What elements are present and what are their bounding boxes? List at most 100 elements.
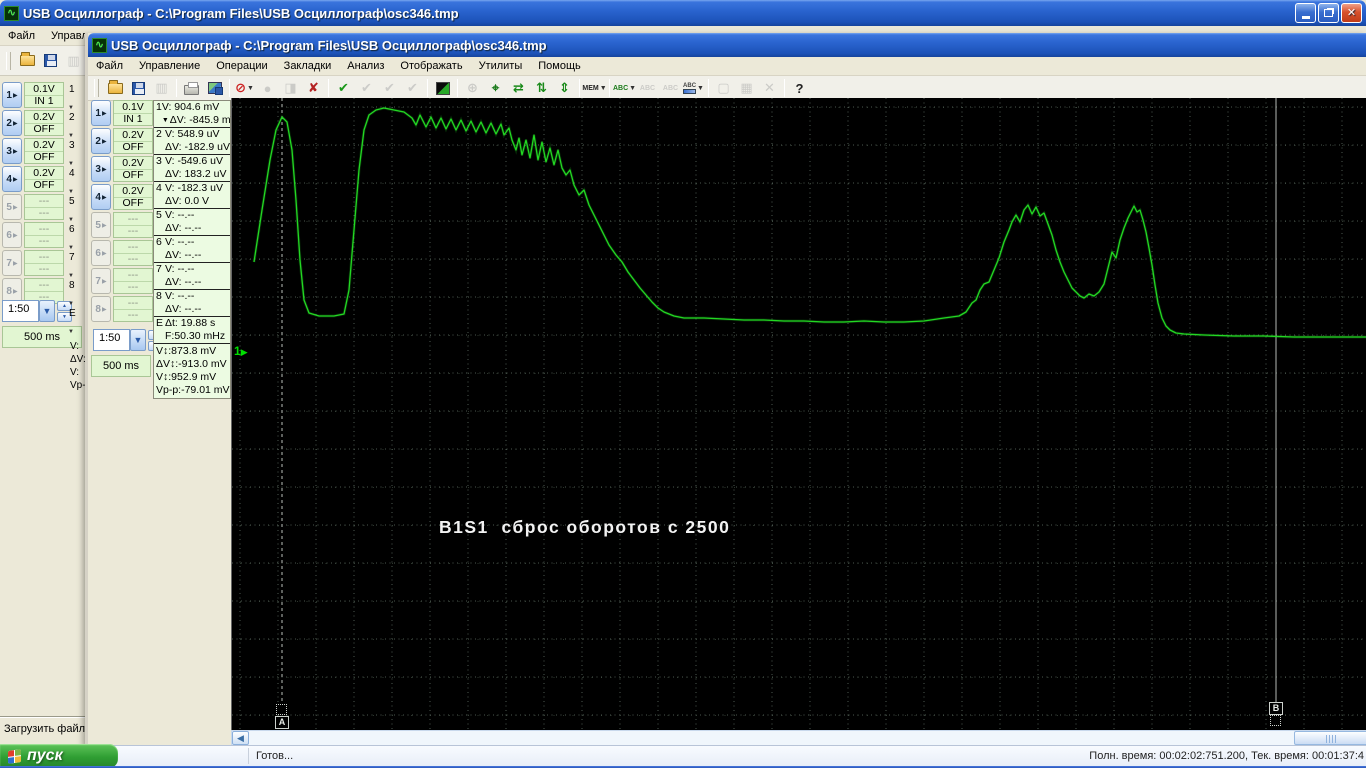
status-time-text: Полн. время: 00:02:02:751.200, Тек. врем… — [1089, 750, 1364, 762]
strip-row-1: 1 ▼ — [68, 84, 75, 111]
outer-channel-3-button[interactable]: 3 ▶ — [2, 138, 22, 164]
fit-vertical-icon[interactable]: ⇅ — [530, 77, 553, 99]
measurement-row-number: 6 — [156, 236, 162, 248]
outer-channel-2-button[interactable]: 2 ▶ — [2, 110, 22, 136]
menu-item-файл[interactable]: Файл — [0, 27, 43, 45]
outer-channel-row-4: 4 ▶ 0.2V OFF — [2, 166, 64, 192]
outer-channel-2-settings: 0.2V OFF — [24, 110, 64, 136]
outer-channel-1-settings: 0.1V IN 1 — [24, 82, 64, 108]
status-ready-text: Готов... — [256, 750, 294, 762]
menu-item-отображать[interactable]: Отображать — [392, 57, 470, 75]
outer-channel-7-button[interactable]: 7 ▶ — [2, 250, 22, 276]
cursor-a-label[interactable]: A — [275, 716, 289, 729]
open-file-icon[interactable] — [104, 77, 127, 99]
acquire-icon: ▥ — [155, 80, 168, 95]
stop-icon[interactable]: ⊘ ▼ — [233, 77, 256, 99]
label-edit-icon[interactable]: ABC ▼ — [613, 77, 636, 99]
outer-channel-5-button[interactable]: 5 ▶ — [2, 194, 22, 220]
apply-check-icon[interactable]: ✔ — [332, 77, 355, 99]
export-image-icon[interactable] — [203, 77, 226, 99]
save-icon[interactable] — [127, 77, 150, 99]
menu-item-файл[interactable]: Файл — [88, 57, 131, 75]
outer-toolbar: ▥ — [0, 46, 88, 76]
inner-channel-2-button[interactable]: 2 ▶ — [91, 128, 111, 154]
toolbar-separator — [328, 79, 329, 97]
fit-horizontal-icon[interactable]: ⇄ — [507, 77, 530, 99]
inner-channel-8-button[interactable]: 8 ▶ — [91, 296, 111, 322]
outer-titlebar[interactable]: ∿ USB Осциллограф - C:\Program Files\USB… — [0, 0, 1366, 26]
measurement-row-number: 5 — [156, 209, 162, 221]
measurement-row-number: E — [156, 317, 164, 329]
save-icon[interactable] — [39, 50, 62, 72]
restore-button[interactable] — [1318, 3, 1339, 23]
toolbar-separator — [229, 79, 230, 97]
measurement-row-6: 6 V: --.-- ΔV: --.-- — [154, 236, 230, 263]
menu-item-помощь[interactable]: Помощь — [530, 57, 589, 75]
app-icon: ∿ — [4, 5, 19, 21]
channel1-marker[interactable]: 1▶ — [234, 344, 248, 358]
inner-channel-5-button[interactable]: 5 ▶ — [91, 212, 111, 238]
help-icon[interactable]: ? — [788, 77, 811, 99]
scroll-left-icon[interactable]: ◀ — [232, 731, 249, 745]
measurement-row-4: 4 V: -182.3 uV ΔV: 0.0 V — [154, 182, 230, 209]
scrollbar-thumb[interactable] — [1294, 731, 1366, 745]
print-icon[interactable] — [180, 77, 203, 99]
strip-label: V: — [70, 367, 80, 378]
menu-item-утилиты[interactable]: Утилиты — [471, 57, 531, 75]
measurement-row-number: 7 — [156, 263, 162, 275]
inner-channel-7-button[interactable]: 7 ▶ — [91, 268, 111, 294]
outer-channel-6-button[interactable]: 6 ▶ — [2, 222, 22, 248]
outer-probe-ratio-combo[interactable]: 1:50 — [2, 300, 39, 322]
scope-display[interactable]: 1▶ B1S1 сброс оборотов с 2500 A B — [231, 98, 1366, 730]
close-button[interactable]: ✕ — [1341, 3, 1362, 23]
outer-strip-labels: V: ΔV: V: Vp- — [68, 340, 85, 392]
minimize-button[interactable] — [1295, 3, 1316, 23]
strip-label: Vp- — [70, 380, 85, 391]
inner-channel-7-settings: --- --- — [113, 268, 153, 294]
measurement-row-1: 1 V: 904.6 mV ▼ΔV: -845.9 mV — [154, 101, 238, 128]
search-icon[interactable]: ⌖ — [484, 77, 507, 99]
inner-channel-row-8: 8 ▶ --- --- — [91, 296, 153, 322]
toolbar-separator — [708, 79, 709, 97]
check-prev-icon: ✔ — [361, 80, 372, 95]
strip-row-4: 4 ▼ — [68, 168, 75, 195]
inner-combo-dropdown-icon[interactable]: ▼ — [130, 329, 146, 351]
display-mode-icon[interactable] — [431, 77, 454, 99]
menu-item-закладки[interactable]: Закладки — [276, 57, 340, 75]
fit-auto-icon[interactable]: ⇕ — [553, 77, 576, 99]
outer-combo-dropdown-icon[interactable]: ▼ — [39, 300, 55, 322]
open-file-icon[interactable] — [16, 50, 39, 72]
outer-channel-1-button[interactable]: 1 ▶ — [2, 82, 22, 108]
horizontal-scrollbar[interactable]: ◀ — [231, 730, 1366, 746]
inner-titlebar[interactable]: ∿ USB Осциллограф - C:\Program Files\USB… — [88, 33, 1366, 57]
cursor-b-handle[interactable] — [1270, 715, 1281, 726]
menu-item-анализ[interactable]: Анализ — [339, 57, 392, 75]
inner-channel-1-button[interactable]: 1 ▶ — [91, 100, 111, 126]
cursor-a-handle[interactable] — [276, 704, 287, 715]
outer-channel-row-3: 3 ▶ 0.2V OFF — [2, 138, 64, 164]
scope-grid-and-trace — [232, 98, 1366, 730]
menu-item-операции[interactable]: Операции — [208, 57, 275, 75]
inner-channel-4-button[interactable]: 4 ▶ — [91, 184, 111, 210]
inner-probe-ratio-combo[interactable]: 1:50 — [93, 329, 130, 351]
menu-item-управление[interactable]: Управление — [131, 57, 208, 75]
strip-row-8: 8 ▼ — [68, 280, 75, 307]
outer-menubar: Файл Управле — [0, 26, 92, 46]
start-button[interactable]: пуск — [0, 744, 118, 768]
memory-icon[interactable]: МЕМ ▼ — [582, 77, 606, 99]
record-icon: ● — [263, 80, 272, 96]
inner-channel-6-button[interactable]: 6 ▶ — [91, 240, 111, 266]
inner-channel-2-settings: 0.2V OFF — [113, 128, 153, 154]
measurement-row-8: 8 V: --.-- ΔV: --.-- — [154, 290, 230, 317]
label-style-icon[interactable]: ABC ▼ — [682, 77, 705, 99]
tools-icon[interactable]: ✘ — [302, 77, 325, 99]
measurement-row-number: 2 — [156, 128, 162, 140]
strip-label: V: — [70, 341, 80, 352]
outer-channel-4-button[interactable]: 4 ▶ — [2, 166, 22, 192]
outer-channel-7-settings: --- --- — [24, 250, 64, 276]
toolbar-separator — [427, 79, 428, 97]
inner-channel-3-button[interactable]: 3 ▶ — [91, 156, 111, 182]
inner-timebase-cell[interactable]: 500 ms — [91, 355, 151, 377]
outer-channel-panel: 1 ▶ 0.1V IN 1 2 ▶ 0.2V OFF 3 ▶ 0.2V OFF 4 ▶ 0.2V OFF 5 ▶ -… — [2, 82, 64, 306]
cursor-b-label[interactable]: B — [1269, 702, 1283, 715]
